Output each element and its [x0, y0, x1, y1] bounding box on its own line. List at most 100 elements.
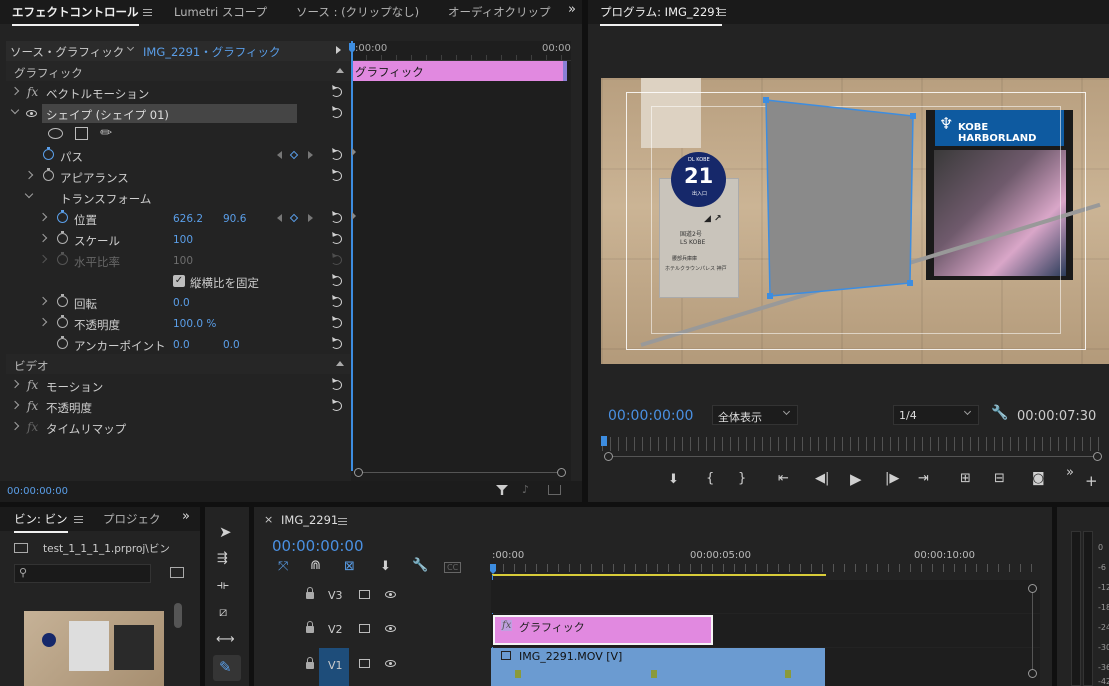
stopwatch-icon[interactable] [57, 336, 68, 349]
wrench-icon[interactable]: 🔧 [991, 405, 1008, 421]
shape-handle-icon[interactable] [907, 280, 913, 286]
next-keyframe-icon[interactable] [308, 151, 313, 159]
sync-lock-icon[interactable] [359, 624, 370, 633]
track-eye-icon[interactable] [385, 660, 396, 667]
ellipse-mask-icon[interactable] [48, 128, 63, 139]
video-clip[interactable]: IMG_2291.MOV [V] [491, 648, 825, 686]
clip-thumbnail[interactable] [24, 611, 164, 686]
reset-icon[interactable] [330, 106, 342, 118]
extract-icon[interactable]: ⊟ [994, 471, 1005, 486]
anchor-y-value[interactable]: 0.0 [223, 339, 240, 351]
reset-icon[interactable] [330, 274, 342, 286]
shape-handle-icon[interactable] [763, 97, 769, 103]
program-playhead[interactable] [601, 436, 607, 446]
stopwatch-icon[interactable] [57, 315, 68, 328]
reset-icon[interactable] [330, 399, 342, 411]
stopwatch-icon[interactable] [43, 168, 54, 181]
track-eye-icon[interactable] [385, 625, 396, 632]
pen-tool-button[interactable]: ✎ [213, 655, 241, 681]
snap-magnet-icon[interactable]: ⋒ [310, 558, 321, 573]
position-x-value[interactable]: 626.2 [173, 213, 203, 225]
new-bin-icon[interactable] [170, 567, 184, 578]
expand-chevron-icon[interactable] [24, 170, 34, 180]
step-forward-icon[interactable]: |▶ [885, 471, 899, 486]
slip-tool-icon[interactable]: ⟷ [216, 632, 235, 647]
v-scroll-handle-top[interactable] [1028, 584, 1037, 593]
fx-icon[interactable]: fx [27, 399, 38, 413]
position-y-value[interactable]: 90.6 [223, 213, 246, 225]
more-buttons-icon[interactable]: » [1066, 465, 1074, 480]
ripple-edit-tool-icon[interactable]: ⟛ [217, 578, 229, 593]
reset-icon[interactable] [330, 378, 342, 390]
timeline-playhead-handle[interactable] [490, 564, 496, 574]
row-time-remap[interactable]: fx タイムリマップ [6, 417, 350, 438]
collapse-chevron-icon[interactable] [24, 189, 34, 199]
scale-value[interactable]: 100 [173, 234, 193, 246]
reset-icon[interactable] [330, 295, 342, 307]
resolution-select[interactable]: 1/4 [893, 405, 979, 425]
path-stopwatch-icon[interactable] [43, 147, 54, 160]
row-motion[interactable]: fx モーション [6, 375, 350, 396]
go-to-out-icon[interactable]: ⇥ [918, 471, 929, 486]
project-search-input[interactable]: ⚲ [14, 564, 151, 583]
reset-icon[interactable] [330, 85, 342, 97]
linked-selection-icon[interactable]: ⊠ [344, 559, 355, 574]
project-scrollbar[interactable] [174, 603, 182, 628]
program-video-frame[interactable]: ◢ ↗ 国道2号 LS KOBE 腰部兵庫庫 ホテルクラウンパレス 神戸 DL … [601, 78, 1109, 364]
reset-icon[interactable] [330, 169, 342, 181]
mark-out-icon[interactable]: } [738, 471, 746, 486]
expand-chevron-icon[interactable] [10, 400, 20, 410]
scroll-handle-right[interactable] [1093, 452, 1102, 461]
prev-keyframe-icon[interactable] [277, 151, 282, 159]
tab-source[interactable]: ソース : (クリップなし) [296, 4, 419, 20]
visibility-eye-icon[interactable] [26, 110, 37, 117]
track-lane-v3[interactable] [491, 580, 1040, 613]
panel-menu-icon[interactable] [143, 9, 152, 16]
tab-effect-controls[interactable]: エフェクトコントロール [12, 4, 139, 26]
play-only-icon[interactable] [336, 46, 341, 54]
row-transform[interactable]: トランスフォーム [6, 187, 350, 208]
reset-icon[interactable] [330, 232, 342, 244]
collapse-icon[interactable] [336, 68, 344, 73]
track-lane-v1[interactable]: IMG_2291.MOV [V] [491, 648, 1040, 686]
add-keyframe-icon[interactable] [289, 213, 299, 223]
timeline-ruler[interactable]: :00:00 00:00:05:00 00:00:10:00 [490, 547, 1032, 577]
tab-lumetri-scopes[interactable]: Lumetri スコープ [174, 4, 267, 20]
close-tab-icon[interactable]: × [264, 513, 273, 526]
add-keyframe-icon[interactable] [289, 150, 299, 160]
expand-chevron-icon[interactable] [38, 317, 48, 327]
collapse-icon[interactable] [336, 361, 344, 366]
filter-icon[interactable] [496, 485, 508, 495]
collapse-chevron-icon[interactable] [10, 105, 20, 115]
audio-icon[interactable]: ♪ [522, 483, 529, 496]
next-keyframe-icon[interactable] [308, 214, 313, 222]
add-marker-icon[interactable]: ⬇ [668, 472, 679, 487]
tab-project[interactable]: プロジェク [103, 511, 161, 527]
source-dropdown-icon[interactable] [126, 43, 135, 52]
add-marker-icon[interactable]: ⬇ [380, 559, 391, 574]
reset-icon[interactable] [330, 148, 342, 160]
row-appearance[interactable]: アピアランス [6, 166, 350, 187]
row-shape[interactable]: シェイプ (シェイプ 01) [6, 103, 350, 124]
sequence-tab[interactable]: IMG_2291 [281, 513, 338, 527]
go-to-in-icon[interactable]: ⇤ [778, 471, 789, 486]
shape-handle-icon[interactable] [767, 293, 773, 299]
prev-keyframe-icon[interactable] [277, 214, 282, 222]
reset-icon[interactable] [330, 337, 342, 349]
expand-chevron-icon[interactable] [10, 379, 20, 389]
lift-icon[interactable]: ⊞ [960, 471, 971, 486]
insert-overwrite-icon[interactable]: ⤧ [278, 559, 288, 574]
more-tabs-icon[interactable]: » [182, 509, 190, 524]
timeline-timecode[interactable]: 00:00:00:00 [272, 537, 364, 555]
panel-menu-icon[interactable] [74, 516, 83, 523]
fx-icon[interactable]: fx [27, 378, 38, 392]
ec-graphic-clip[interactable]: グラフィック [351, 61, 567, 81]
timeline-settings-wrench-icon[interactable]: 🔧 [412, 558, 428, 573]
reset-icon[interactable] [330, 316, 342, 328]
anchor-x-value[interactable]: 0.0 [173, 339, 190, 351]
add-button-icon[interactable]: + [1085, 472, 1098, 490]
reset-icon[interactable] [330, 211, 342, 223]
graphic-clip[interactable]: fx グラフィック [493, 615, 713, 645]
expand-chevron-icon[interactable] [10, 421, 20, 431]
track-name-v3[interactable]: V3 [328, 589, 343, 602]
